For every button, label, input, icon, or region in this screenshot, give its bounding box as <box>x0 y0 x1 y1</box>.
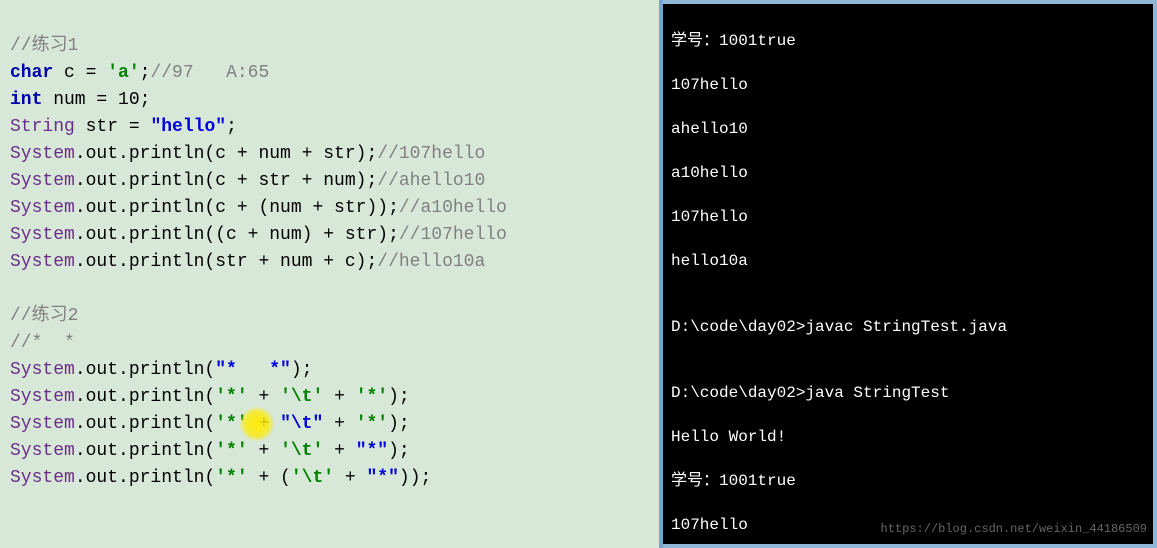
terminal-line: 学号：1001true <box>671 470 1145 492</box>
keyword: char <box>10 63 53 83</box>
comment: //练习1 <box>10 36 78 56</box>
watermark: https://blog.csdn.net/weixin_44186509 <box>881 518 1147 540</box>
terminal-line: 107hello <box>671 206 1145 228</box>
comment: //练习2 <box>10 306 78 326</box>
terminal-line: a10hello <box>671 162 1145 184</box>
terminal-line: D:\code\day02>java StringTest <box>671 382 1145 404</box>
terminal-line: hello10a <box>671 250 1145 272</box>
keyword: int <box>10 90 42 110</box>
comment: //* * <box>10 333 75 353</box>
terminal-line: 107hello <box>671 74 1145 96</box>
code-editor[interactable]: //练习1 char c = 'a';//97 A:65 int num = 1… <box>0 0 663 548</box>
terminal-output[interactable]: 学号：1001true 107hello ahello10 a10hello 1… <box>663 0 1157 548</box>
terminal-line: 学号：1001true <box>671 30 1145 52</box>
terminal-line: ahello10 <box>671 118 1145 140</box>
class-name: String <box>10 117 75 137</box>
terminal-line: D:\code\day02>javac StringTest.java <box>671 316 1145 338</box>
terminal-line: Hello World! <box>671 426 1145 448</box>
